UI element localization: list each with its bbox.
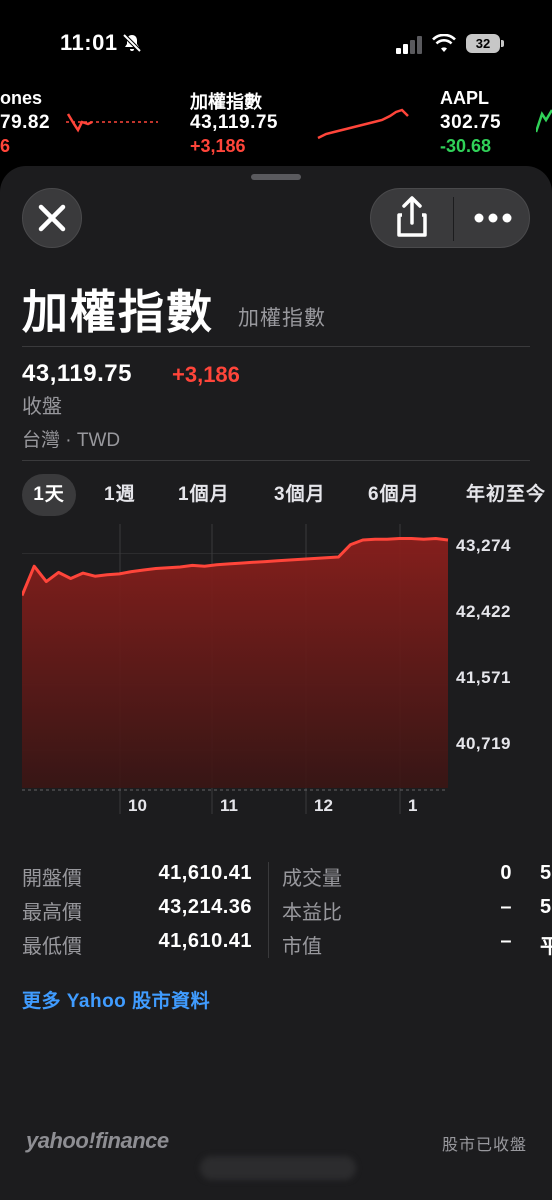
stat-value-pe: –	[500, 896, 512, 918]
stat-label-open: 開盤價	[22, 868, 82, 890]
stat-partial: 平	[540, 936, 552, 958]
stats-table: 開盤價 41,610.41 最高價 43,214.36 最低價 41,610.4…	[22, 862, 552, 962]
stock-detail-sheet: 加權指數 加權指數 43,119.75 +3,186 收盤 台灣 · TWD 1…	[0, 166, 552, 1200]
range-tabs: 1天 1週 1個月 3個月 6個月 年初至今	[22, 474, 552, 516]
stock-price: 43,119.75	[22, 360, 132, 387]
ellipsis-icon	[474, 213, 512, 223]
price-chart[interactable]: 43,274 42,422 41,571 40,719 10 11 12 1	[22, 524, 552, 824]
ticker-change: +3,186	[190, 136, 246, 156]
pill-divider	[453, 197, 454, 241]
y-tick-label: 40,719	[456, 734, 511, 753]
status-time: 11:01	[60, 30, 118, 55]
bell-muted-icon	[122, 33, 142, 53]
y-tick-label: 41,571	[456, 668, 511, 687]
market-status: 收盤	[22, 396, 62, 418]
stat-value-open: 41,610.41	[158, 862, 252, 884]
x-tick-label: 11	[220, 796, 238, 815]
share-button[interactable]	[371, 189, 453, 249]
ticker-item-aapl[interactable]: AAPL 302.75 -30.68	[440, 84, 552, 164]
market-closed-label: 股市已收盤	[442, 1137, 528, 1154]
stat-partial: 5	[540, 896, 552, 918]
stat-label-pe: 本益比	[282, 902, 342, 924]
ticker-price: 79.82	[0, 112, 51, 133]
stat-partial: 5	[540, 862, 552, 884]
stat-label-mktcap: 市值	[282, 936, 322, 958]
close-button[interactable]	[22, 188, 82, 248]
ticker-price: 302.75	[440, 112, 502, 133]
ticker-sparkline	[66, 113, 158, 133]
ticker-name: ones	[0, 88, 43, 108]
battery-nub	[501, 40, 504, 47]
stat-value-mktcap: –	[500, 930, 512, 952]
action-pill	[370, 188, 530, 248]
close-icon	[38, 204, 66, 232]
blurred-footer-text	[200, 1156, 356, 1180]
tab-ytd[interactable]: 年初至今	[466, 474, 546, 516]
yahoo-finance-logo[interactable]: yahoo!finance	[26, 1128, 169, 1154]
stat-label-volume: 成交量	[282, 868, 342, 890]
cellular-signal-icon	[396, 36, 422, 54]
chart-area	[22, 538, 448, 788]
ticker-change: 6	[0, 136, 11, 156]
ticker-price: 43,119.75	[190, 112, 278, 133]
stat-label-high: 最高價	[22, 902, 82, 924]
more-yahoo-data-link[interactable]: 更多 Yahoo 股市資料	[22, 986, 210, 1013]
y-tick-label: 42,422	[456, 602, 511, 621]
x-tick-label: 12	[314, 796, 333, 815]
tab-1d[interactable]: 1天	[22, 474, 76, 516]
divider	[22, 346, 530, 347]
ticker-change: -30.68	[440, 136, 492, 156]
wifi-icon	[432, 34, 456, 52]
share-icon	[397, 196, 427, 237]
ticker-name: 加權指數	[190, 92, 262, 112]
y-tick-label: 43,274	[456, 536, 511, 555]
ticker-name: AAPL	[440, 88, 489, 108]
tab-1m[interactable]: 1個月	[178, 474, 230, 516]
stat-value-low: 41,610.41	[158, 930, 252, 952]
ticker-sparkline	[536, 109, 552, 133]
stock-title: 加權指數	[22, 286, 214, 338]
tab-1w[interactable]: 1週	[104, 474, 136, 516]
ticker-sparkline	[317, 108, 409, 140]
stock-subtitle: 加權指數	[238, 307, 326, 330]
battery-icon: 32	[466, 34, 500, 53]
sheet-grabber[interactable]	[251, 174, 301, 180]
stat-label-low: 最低價	[22, 936, 82, 958]
x-tick-label: 1	[408, 796, 418, 815]
x-tick-label: 10	[128, 796, 147, 815]
ticker-item-taiex[interactable]: 加權指數 43,119.75 +3,186	[190, 84, 420, 164]
tab-3m[interactable]: 3個月	[274, 474, 326, 516]
stats-divider	[268, 862, 269, 958]
tab-6m[interactable]: 6個月	[368, 474, 420, 516]
status-bar: 11:01 32	[0, 0, 552, 90]
divider	[22, 460, 530, 461]
stat-value-high: 43,214.36	[158, 896, 252, 918]
more-button[interactable]	[455, 189, 531, 249]
stat-value-volume: 0	[500, 862, 512, 884]
market-currency: 台灣 · TWD	[22, 430, 121, 451]
ticker-item-dow[interactable]: ones 79.82 6	[0, 84, 170, 164]
stock-change: +3,186	[172, 362, 240, 387]
